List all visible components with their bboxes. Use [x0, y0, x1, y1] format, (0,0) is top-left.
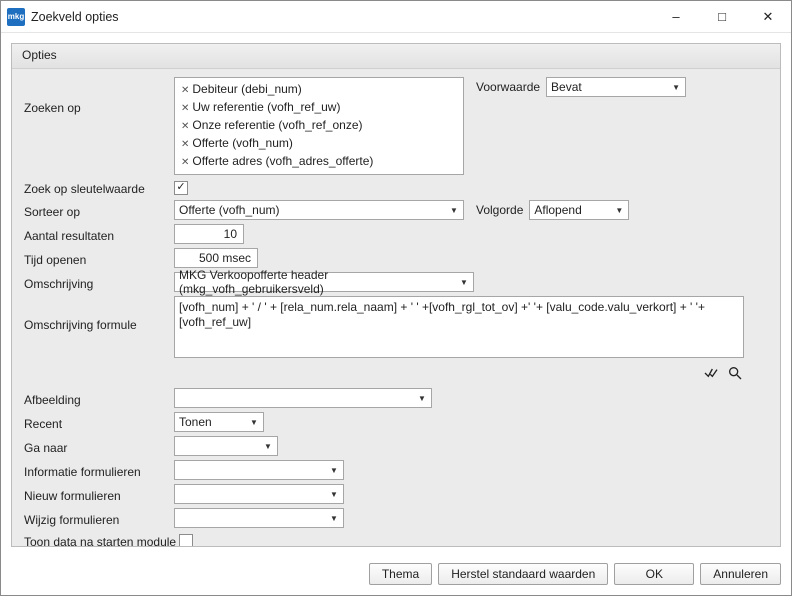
- chevron-down-icon: ▼: [327, 461, 341, 479]
- tag-remove-icon[interactable]: ✕: [181, 157, 189, 168]
- tag-label: Offerte (vofh_num): [192, 136, 293, 150]
- chevron-down-icon: ▼: [247, 413, 261, 431]
- label-volgorde: Volgorde: [476, 203, 523, 217]
- label-aantal-resultaten: Aantal resultaten: [24, 226, 174, 243]
- dialog-window: mkg Zoekveld opties – □ ✕ Opties Zoeken …: [0, 0, 792, 596]
- tijd-openen-input[interactable]: 500 msec: [174, 248, 258, 268]
- label-zoek-sleutel: Zoek op sleutelwaarde: [24, 179, 174, 196]
- window-controls: – □ ✕: [653, 1, 791, 32]
- aantal-resultaten-input[interactable]: 10: [174, 224, 244, 244]
- label-tijd-openen: Tijd openen: [24, 250, 174, 267]
- label-nieuw-formulieren: Nieuw formulieren: [24, 486, 174, 503]
- validate-icon[interactable]: [702, 364, 720, 382]
- tag-item[interactable]: ✕Uw referentie (vofh_ref_uw): [181, 99, 340, 117]
- checkbox-mark: ✓: [176, 182, 185, 193]
- recent-value: Tonen: [179, 415, 212, 429]
- zoek-sleutel-checkbox[interactable]: ✓: [174, 181, 188, 195]
- label-toon-data: Toon data na starten module: [24, 532, 179, 547]
- groupbox-title: Opties: [12, 44, 780, 69]
- chevron-down-icon: ▼: [669, 78, 683, 96]
- omschrijving-formule-textarea[interactable]: [vofh_num] + ' / ' + [rela_num.rela_naam…: [174, 296, 744, 358]
- chevron-down-icon: ▼: [327, 509, 341, 527]
- volgorde-select[interactable]: Aflopend ▼: [529, 200, 629, 220]
- tag-label: Uw referentie (vofh_ref_uw): [192, 100, 340, 114]
- label-afbeelding: Afbeelding: [24, 390, 174, 407]
- label-zoeken-op: Zoeken op: [24, 77, 174, 115]
- app-icon: mkg: [7, 8, 25, 26]
- ga-naar-select[interactable]: ▼: [174, 436, 278, 456]
- omschrijving-select[interactable]: MKG Verkoopofferte header (mkg_vofh_gebr…: [174, 272, 474, 292]
- tag-label: Onze referentie (vofh_ref_onze): [192, 118, 362, 132]
- dialog-footer: Thema Herstel standaard waarden OK Annul…: [1, 557, 791, 595]
- nieuw-formulieren-select[interactable]: ▼: [174, 484, 344, 504]
- voorwaarde-select[interactable]: Bevat ▼: [546, 77, 686, 97]
- afbeelding-select[interactable]: ▼: [174, 388, 432, 408]
- label-informatie-formulieren: Informatie formulieren: [24, 462, 174, 479]
- tag-remove-icon[interactable]: ✕: [181, 103, 189, 114]
- label-sorteer-op: Sorteer op: [24, 202, 174, 219]
- tag-label: Debiteur (debi_num): [192, 82, 301, 96]
- zoeken-op-tagbox[interactable]: ✕Debiteur (debi_num) ✕Uw referentie (vof…: [174, 77, 464, 175]
- form: Zoeken op ✕Debiteur (debi_num) ✕Uw refer…: [12, 69, 780, 547]
- tag-remove-icon[interactable]: ✕: [181, 139, 189, 150]
- titlebar: mkg Zoekveld opties – □ ✕: [1, 1, 791, 33]
- tag-item[interactable]: ✕Onze referentie (vofh_ref_onze): [181, 117, 362, 135]
- search-icon[interactable]: [726, 364, 744, 382]
- tag-item[interactable]: ✕Offerte adres (vofh_adres_offerte): [181, 153, 373, 171]
- tag-item[interactable]: ✕Debiteur (debi_num): [181, 81, 302, 99]
- toon-data-checkbox[interactable]: [179, 534, 193, 548]
- tag-remove-icon[interactable]: ✕: [181, 121, 189, 132]
- volgorde-value: Aflopend: [534, 203, 581, 217]
- label-omschrijving: Omschrijving: [24, 274, 174, 291]
- tijd-openen-value: 500 msec: [199, 251, 251, 265]
- recent-select[interactable]: Tonen ▼: [174, 412, 264, 432]
- chevron-down-icon: ▼: [261, 437, 275, 455]
- formula-tool-icons: [174, 362, 744, 382]
- options-groupbox: Opties Zoeken op ✕Debiteur (debi_num) ✕U…: [11, 43, 781, 547]
- window-title: Zoekveld opties: [31, 10, 653, 24]
- ok-button[interactable]: OK: [614, 563, 694, 585]
- voorwaarde-value: Bevat: [551, 80, 582, 94]
- herstel-button[interactable]: Herstel standaard waarden: [438, 563, 608, 585]
- chevron-down-icon: ▼: [327, 485, 341, 503]
- label-voorwaarde: Voorwaarde: [476, 80, 540, 94]
- aantal-resultaten-value: 10: [224, 227, 237, 241]
- maximize-button[interactable]: □: [699, 1, 745, 32]
- client-area: Opties Zoeken op ✕Debiteur (debi_num) ✕U…: [1, 33, 791, 557]
- tag-item[interactable]: ✕Offerte (vofh_num): [181, 135, 293, 153]
- label-recent: Recent: [24, 414, 174, 431]
- sorteer-op-select[interactable]: Offerte (vofh_num) ▼: [174, 200, 464, 220]
- omschrijving-formule-value: [vofh_num] + ' / ' + [rela_num.rela_naam…: [179, 300, 705, 329]
- label-ga-naar: Ga naar: [24, 438, 174, 455]
- sorteer-op-value: Offerte (vofh_num): [179, 203, 280, 217]
- minimize-button[interactable]: –: [653, 1, 699, 32]
- informatie-formulieren-select[interactable]: ▼: [174, 460, 344, 480]
- chevron-down-icon: ▼: [415, 389, 429, 407]
- label-omschrijving-formule: Omschrijving formule: [24, 296, 174, 332]
- chevron-down-icon: ▼: [612, 201, 626, 219]
- thema-button[interactable]: Thema: [369, 563, 432, 585]
- close-button[interactable]: ✕: [745, 1, 791, 32]
- tag-label: Offerte adres (vofh_adres_offerte): [192, 154, 373, 168]
- omschrijving-value: MKG Verkoopofferte header (mkg_vofh_gebr…: [179, 268, 455, 296]
- tag-remove-icon[interactable]: ✕: [181, 85, 189, 96]
- label-wijzig-formulieren: Wijzig formulieren: [24, 510, 174, 527]
- chevron-down-icon: ▼: [447, 201, 461, 219]
- wijzig-formulieren-select[interactable]: ▼: [174, 508, 344, 528]
- chevron-down-icon: ▼: [457, 273, 471, 291]
- annuleren-button[interactable]: Annuleren: [700, 563, 781, 585]
